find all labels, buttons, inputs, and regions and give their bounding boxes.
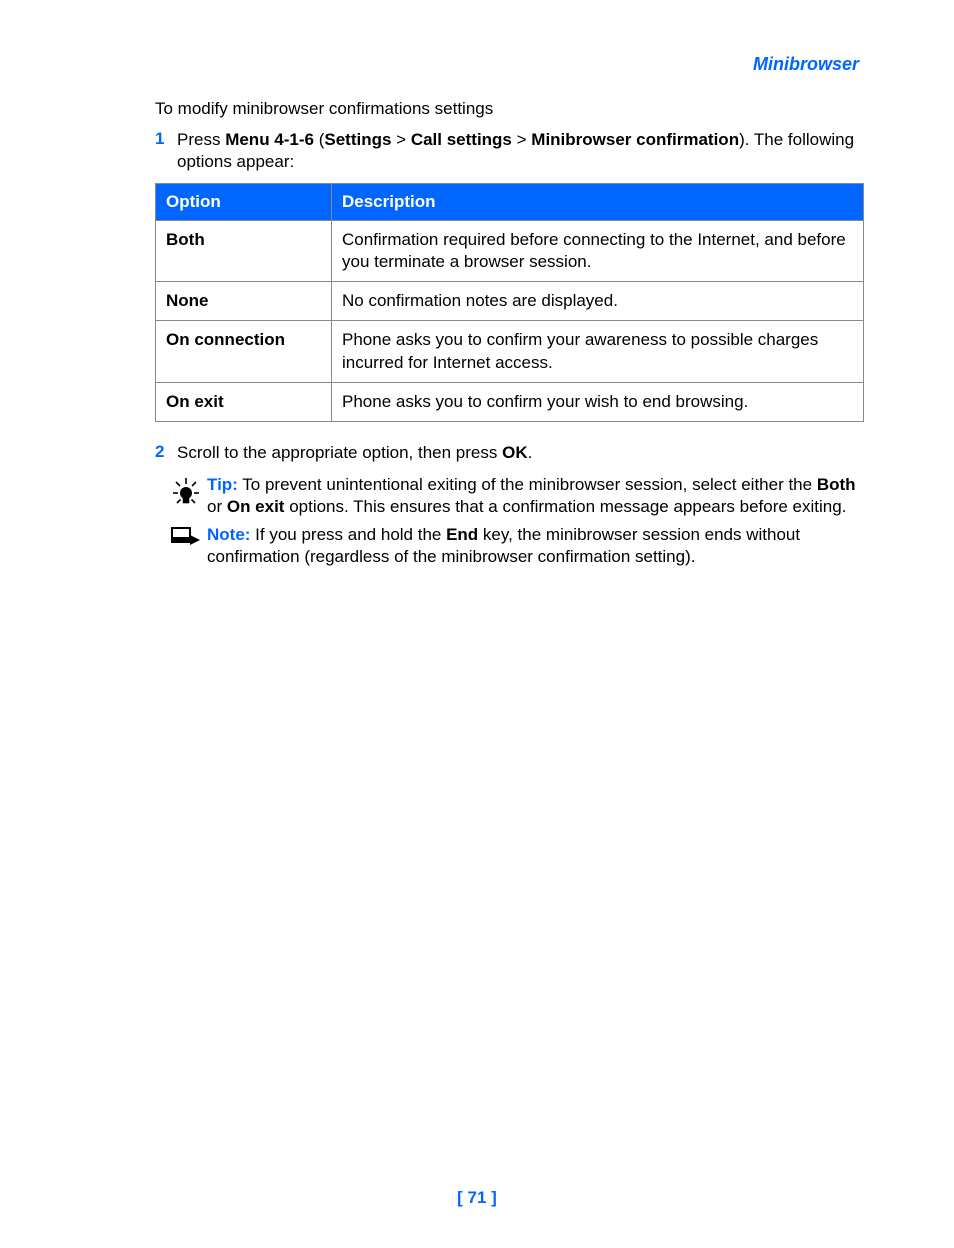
breadcrumb-sep: > bbox=[391, 130, 410, 149]
breadcrumb-item: Minibrowser confirmation bbox=[531, 130, 739, 149]
chapter-title: Minibrowser bbox=[155, 54, 864, 75]
menu-code: Menu 4-1-6 bbox=[225, 130, 314, 149]
option-desc: No confirmation notes are displayed. bbox=[332, 282, 864, 321]
text: . bbox=[528, 443, 533, 462]
page-number: [ 71 ] bbox=[0, 1188, 954, 1208]
option-desc: Phone asks you to confirm your wish to e… bbox=[332, 382, 864, 421]
table-header-row: Option Description bbox=[156, 184, 864, 221]
step-2: 2 Scroll to the appropriate option, then… bbox=[155, 442, 864, 464]
tip-icon bbox=[165, 474, 207, 508]
end-key: End bbox=[446, 525, 478, 544]
tip-callout: Tip: To prevent unintentional exiting of… bbox=[165, 474, 864, 518]
option-ref: On exit bbox=[227, 497, 285, 516]
option-name: Both bbox=[156, 221, 332, 282]
page-container: Minibrowser To modify minibrowser confir… bbox=[0, 0, 954, 1248]
table-row: On exit Phone asks you to confirm your w… bbox=[156, 382, 864, 421]
table-row: Both Confirmation required before connec… bbox=[156, 221, 864, 282]
text: If you press and hold the bbox=[250, 525, 446, 544]
table-header-option: Option bbox=[156, 184, 332, 221]
option-ref: Both bbox=[817, 475, 856, 494]
step-1: 1 Press Menu 4-1-6 (Settings > Call sett… bbox=[155, 129, 864, 173]
option-name: On exit bbox=[156, 382, 332, 421]
breadcrumb-item: Settings bbox=[324, 130, 391, 149]
options-table: Option Description Both Confirmation req… bbox=[155, 183, 864, 422]
option-name: On connection bbox=[156, 321, 332, 382]
tip-text: Tip: To prevent unintentional exiting of… bbox=[207, 474, 864, 518]
breadcrumb-item: Call settings bbox=[411, 130, 512, 149]
text: or bbox=[207, 497, 227, 516]
table-row: On connection Phone asks you to confirm … bbox=[156, 321, 864, 382]
note-text: Note: If you press and hold the End key,… bbox=[207, 524, 864, 568]
table-header-description: Description bbox=[332, 184, 864, 221]
step-text: Press Menu 4-1-6 (Settings > Call settin… bbox=[177, 129, 864, 173]
table-row: None No confirmation notes are displayed… bbox=[156, 282, 864, 321]
step-number: 1 bbox=[155, 129, 177, 149]
option-desc: Confirmation required before connecting … bbox=[332, 221, 864, 282]
ok-key: OK bbox=[502, 443, 528, 462]
step-text: Scroll to the appropriate option, then p… bbox=[177, 442, 532, 464]
note-icon bbox=[165, 524, 207, 550]
text: Press bbox=[177, 130, 225, 149]
intro-text: To modify minibrowser confirmations sett… bbox=[155, 99, 864, 119]
option-name: None bbox=[156, 282, 332, 321]
tip-label: Tip: bbox=[207, 475, 238, 494]
breadcrumb-sep: > bbox=[512, 130, 531, 149]
text: options. This ensures that a confirmatio… bbox=[284, 497, 846, 516]
text: Scroll to the appropriate option, then p… bbox=[177, 443, 502, 462]
note-callout: Note: If you press and hold the End key,… bbox=[165, 524, 864, 568]
step-number: 2 bbox=[155, 442, 177, 462]
text: ( bbox=[314, 130, 324, 149]
text: To prevent unintentional exiting of the … bbox=[238, 475, 817, 494]
note-label: Note: bbox=[207, 525, 250, 544]
option-desc: Phone asks you to confirm your awareness… bbox=[332, 321, 864, 382]
